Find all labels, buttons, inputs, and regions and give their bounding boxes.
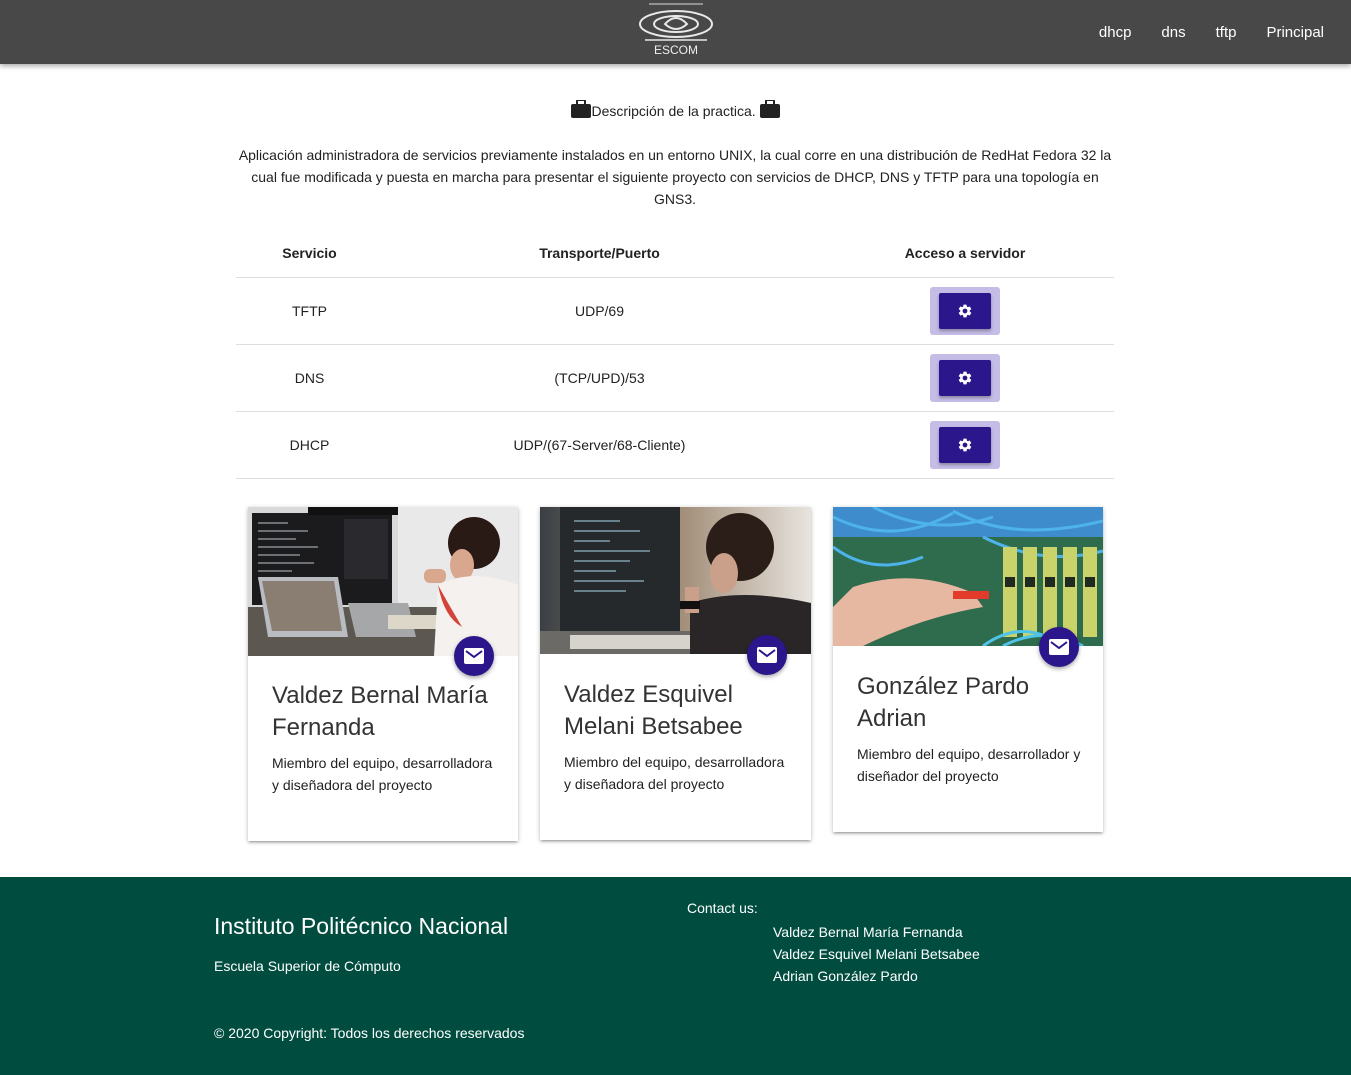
nav-link-dns[interactable]: dns — [1146, 24, 1200, 41]
footer-contact-item[interactable]: Valdez Bernal María Fernanda — [773, 921, 980, 943]
briefcase-icon — [759, 99, 780, 121]
service-port: UDP/69 — [383, 277, 816, 345]
svg-text:ESCOM: ESCOM — [654, 43, 698, 57]
service-port: (TCP/UPD)/53 — [383, 344, 816, 412]
top-navbar: ESCOM dhcp dns tftp Principal — [0, 0, 1351, 64]
footer-title: Instituto Politécnico Nacional — [214, 913, 509, 939]
nav-link-dhcp[interactable]: dhcp — [1084, 24, 1147, 41]
description-text: Aplicación administradora de servicios p… — [238, 147, 1112, 207]
server-access-button[interactable] — [930, 286, 1000, 335]
team-card: González Pardo Adrian Miembro del equipo… — [833, 507, 1103, 832]
service-name: DHCP — [236, 411, 383, 479]
card-title: Valdez Bernal María Fernanda — [272, 682, 488, 741]
table-row: DHCP UDP/(67-Server/68-Cliente) — [236, 411, 1114, 479]
service-name: TFTP — [236, 277, 383, 345]
table-row: DNS (TCP/UPD)/53 — [236, 344, 1114, 412]
mail-icon — [757, 647, 777, 663]
footer-subtitle: Escuela Superior de Cómputo — [214, 958, 401, 974]
card-image — [540, 507, 811, 654]
nav-link-tftp[interactable]: tftp — [1201, 24, 1252, 41]
card-description: Miembro del equipo, desarrollador y dise… — [857, 746, 1081, 784]
email-button[interactable] — [1039, 627, 1079, 667]
footer-contact-item[interactable]: Valdez Esquivel Melani Betsabee — [773, 943, 980, 965]
service-name: DNS — [236, 344, 383, 412]
header-transporte: Transporte/Puerto — [383, 230, 816, 278]
mail-icon — [1049, 639, 1069, 655]
team-card: Valdez Esquivel Melani Betsabee Miembro … — [540, 507, 811, 840]
email-button[interactable] — [747, 635, 787, 675]
team-card: Valdez Bernal María Fernanda Miembro del… — [248, 507, 518, 841]
header-servicio: Servicio — [236, 230, 383, 278]
description-heading: Descripción de la practica. — [0, 99, 1351, 121]
card-description: Miembro del equipo, desarrolladora y dis… — [564, 754, 785, 792]
gear-icon — [958, 304, 972, 317]
card-title: González Pardo Adrian — [857, 673, 1030, 732]
email-button[interactable] — [454, 636, 494, 676]
header-acceso: Acceso a servidor — [816, 230, 1114, 278]
escom-logo[interactable]: ESCOM — [637, 0, 715, 58]
card-image — [833, 507, 1103, 646]
server-access-button[interactable] — [930, 353, 1000, 402]
card-title: Valdez Esquivel Melani Betsabee — [564, 681, 743, 740]
services-table: Servicio Transporte/Puerto Acceso a serv… — [236, 230, 1114, 479]
mail-icon — [464, 648, 484, 664]
card-image — [248, 507, 518, 656]
gear-icon — [958, 371, 972, 384]
nav-links: dhcp dns tftp Principal — [1084, 0, 1339, 64]
page-footer: Instituto Politécnico Nacional Escuela S… — [0, 877, 1351, 1075]
table-header-row: Servicio Transporte/Puerto Acceso a serv… — [236, 230, 1114, 278]
gear-icon — [958, 438, 972, 451]
server-access-button[interactable] — [930, 420, 1000, 469]
table-row: TFTP UDP/69 — [236, 277, 1114, 345]
card-description: Miembro del equipo, desarrolladora y dis… — [272, 755, 493, 793]
service-port: UDP/(67-Server/68-Cliente) — [383, 411, 816, 479]
nav-link-principal[interactable]: Principal — [1251, 24, 1339, 41]
footer-copyright: © 2020 Copyright: Todos los derechos res… — [214, 1025, 525, 1041]
footer-contact-list: Valdez Bernal María Fernanda Valdez Esqu… — [773, 921, 980, 987]
description-title: Descripción de la practica. — [591, 103, 756, 119]
footer-contact-item[interactable]: Adrian González Pardo — [773, 965, 980, 987]
footer-contact-label: Contact us: — [687, 900, 758, 916]
briefcase-icon — [571, 99, 592, 121]
